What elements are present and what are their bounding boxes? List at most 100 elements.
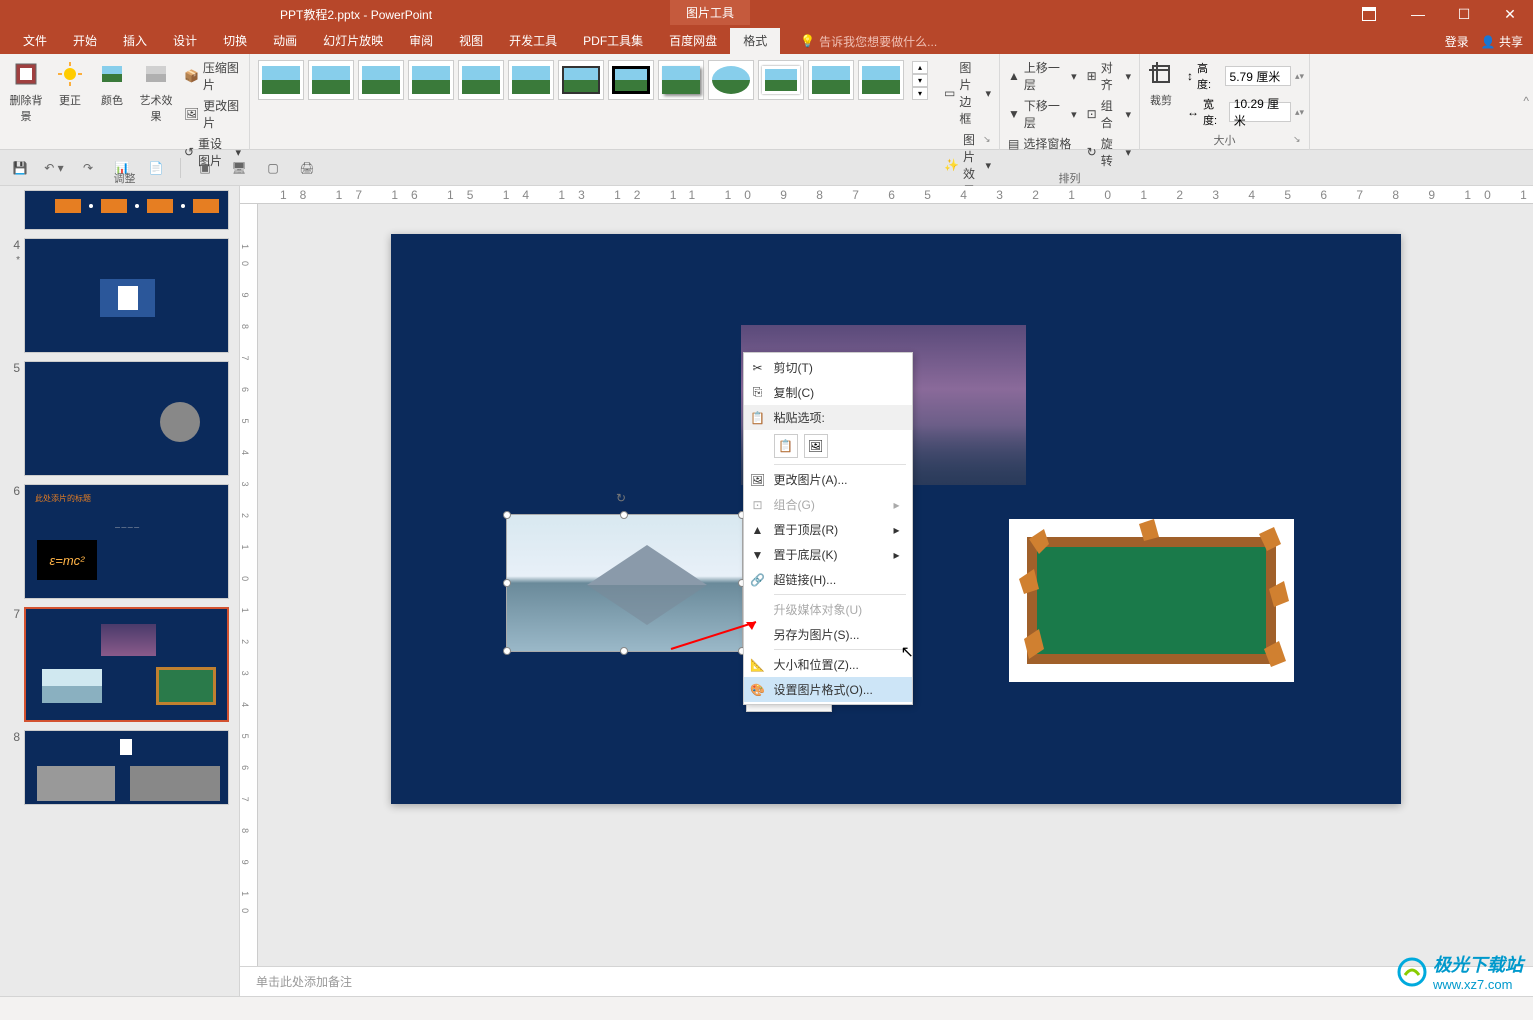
canvas-area[interactable]: ↻ [258,204,1533,996]
style-item[interactable] [508,60,554,100]
login-button[interactable]: 登录 [1445,33,1469,50]
selection-pane-button[interactable]: ▤选择窗格 [1004,134,1081,153]
resize-handle-tl[interactable] [503,511,511,519]
tab-review[interactable]: 审阅 [396,28,446,54]
image-mountain-selected[interactable]: ↻ [506,514,743,652]
ctx-change-picture[interactable]: 🖼更改图片(A)... [744,467,912,492]
tab-insert[interactable]: 插入 [110,28,160,54]
tell-me-search[interactable]: 💡 告诉我您想要做什么... [800,33,937,50]
width-input[interactable]: 10.29 厘米 [1229,102,1291,122]
slide-thumb-7[interactable]: 7 [4,607,235,722]
horizontal-ruler[interactable]: 18 17 16 15 14 13 12 11 10 9 8 7 6 5 4 3… [240,186,1533,204]
slide-thumb-4[interactable]: 4* [4,238,235,353]
gallery-more[interactable]: ▾ [912,87,928,100]
paste-options: 📋 🖼 [744,430,912,462]
color-icon [96,58,128,90]
collapse-ribbon-button[interactable]: ^ [1523,94,1529,108]
tab-home[interactable]: 开始 [60,28,110,54]
remove-background-button[interactable]: 删除背景 [4,56,48,126]
ctx-size-position[interactable]: 📐大小和位置(Z)... [744,652,912,677]
copy-icon: ⎘ [750,385,766,401]
maximize-button[interactable]: ☐ [1441,0,1487,28]
resize-handle-bc[interactable] [620,647,628,655]
rotate-button[interactable]: ↻旋转 ▾ [1083,134,1135,170]
remove-bg-icon [10,58,42,90]
change-picture-icon: 🖼 [750,472,766,488]
resize-handle-bl[interactable] [503,647,511,655]
ctx-hyperlink[interactable]: 🔗超链接(H)... [744,567,912,592]
slide-thumb-3-partial[interactable] [4,190,235,230]
styles-launcher[interactable]: ↘ [983,134,997,148]
image-chalkboard[interactable] [1009,519,1294,682]
slide-thumbnails-panel[interactable]: 4* 5 6 此处添片的标题 ε=mc² — — — — 7 [0,186,240,996]
style-item[interactable] [308,60,354,100]
style-item[interactable] [608,60,654,100]
ctx-send-back[interactable]: ▼置于底层(K)▸ [744,542,912,567]
style-item[interactable] [458,60,504,100]
change-picture-button[interactable]: 🖼更改图片 [180,96,245,132]
tab-design[interactable]: 设计 [160,28,210,54]
tab-file[interactable]: 文件 [10,28,60,54]
paste-option-1[interactable]: 📋 [774,434,798,458]
ctx-cut[interactable]: ✂剪切(T) [744,355,912,380]
slide-thumb-5[interactable]: 5 [4,361,235,476]
height-input[interactable]: 5.79 厘米 [1225,66,1291,86]
slide-thumb-6[interactable]: 6 此处添片的标题 ε=mc² — — — — [4,484,235,599]
ribbon-group-size: 裁剪 ↕ 高度: 5.79 厘米 ▴▾ ↔ 宽度: 10.29 厘米 ▴▾ 大小… [1140,54,1310,150]
reset-picture-button[interactable]: ↺重设图片 ▾ [180,134,245,170]
align-icon: ⊞ [1087,69,1097,83]
tab-format[interactable]: 格式 [730,28,780,54]
ribbon-group-adjust: 删除背景 更正 颜色 艺术效果 📦压缩图片 🖼更改图片 ↺重设图片 ▾ 调整 [0,54,250,150]
ctx-bring-front[interactable]: ▲置于顶层(R)▸ [744,517,912,542]
tab-view[interactable]: 视图 [446,28,496,54]
tab-animations[interactable]: 动画 [260,28,310,54]
context-tab-picture-tools[interactable]: 图片工具 [670,0,750,25]
ribbon-display-options-icon[interactable] [1349,0,1395,28]
format-icon: 🎨 [750,682,766,698]
corrections-button[interactable]: 更正 [50,56,90,110]
minimize-button[interactable]: — [1395,0,1441,28]
color-button[interactable]: 颜色 [92,56,132,110]
resize-handle-ml[interactable] [503,579,511,587]
gallery-scroll-down[interactable]: ▾ [912,74,928,87]
tab-developer[interactable]: 开发工具 [496,28,570,54]
style-item[interactable] [758,60,804,100]
ctx-save-as-picture[interactable]: 另存为图片(S)... [744,622,912,647]
gallery-scroll-up[interactable]: ▴ [912,61,928,74]
slide-thumb-8[interactable]: 8 [4,730,235,805]
resize-handle-tc[interactable] [620,511,628,519]
close-button[interactable]: ✕ [1487,0,1533,28]
style-item[interactable] [358,60,404,100]
picture-style-gallery[interactable]: ▴ ▾ ▾ [254,56,932,104]
artistic-effects-button[interactable]: 艺术效果 [134,56,178,126]
style-item[interactable] [858,60,904,100]
compress-picture-button[interactable]: 📦压缩图片 [180,58,245,94]
size-launcher[interactable]: ↘ [1293,134,1307,148]
rotation-handle[interactable]: ↻ [616,491,632,507]
style-item[interactable] [708,60,754,100]
style-item[interactable] [258,60,304,100]
send-backward-button[interactable]: ▼下移一层 ▾ [1004,96,1081,132]
picture-border-button[interactable]: ▭图片边框 ▾ [940,58,995,128]
bring-forward-button[interactable]: ▲上移一层 ▾ [1004,58,1081,94]
tab-slideshow[interactable]: 幻灯片放映 [310,28,396,54]
group-button[interactable]: ⊡组合 ▾ [1083,96,1135,132]
crop-button[interactable]: 裁剪 [1141,56,1181,110]
style-item[interactable] [658,60,704,100]
slide-canvas[interactable]: ↻ [391,234,1401,804]
tab-transitions[interactable]: 切换 [210,28,260,54]
align-button[interactable]: ⊞对齐 ▾ [1083,58,1135,94]
ctx-copy[interactable]: ⎘复制(C) [744,380,912,405]
paste-option-2[interactable]: 🖼 [804,434,828,458]
brightness-icon [54,58,86,90]
ctx-format-picture[interactable]: 🎨设置图片格式(O)... [744,677,912,702]
tab-pdf-tools[interactable]: PDF工具集 [570,28,656,54]
tab-baidu[interactable]: 百度网盘 [656,28,730,54]
vertical-ruler[interactable]: 10 9 8 7 6 5 4 3 2 1 0 1 2 3 4 5 6 7 8 9… [240,204,258,996]
style-item[interactable] [558,60,604,100]
style-item[interactable] [808,60,854,100]
share-button[interactable]: 👤 共享 [1481,33,1523,50]
style-item[interactable] [408,60,454,100]
cut-icon: ✂ [750,360,766,376]
notes-pane[interactable]: 单击此处添加备注 [240,966,1533,996]
